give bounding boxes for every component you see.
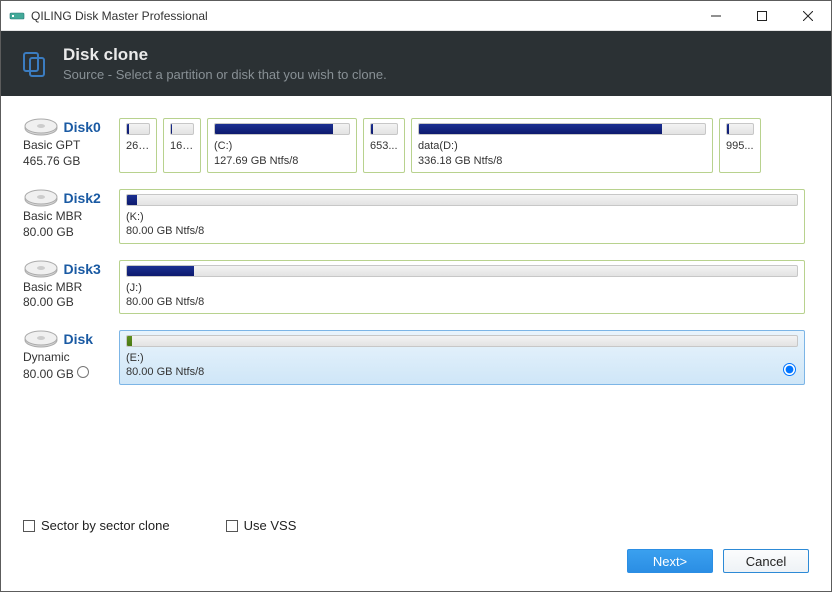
usage-bar: [170, 123, 194, 135]
usage-bar: [370, 123, 398, 135]
app-icon: [9, 8, 25, 24]
disk-row[interactable]: Disk2Basic MBR80.00 GB(K:)80.00 GB Ntfs/…: [23, 189, 809, 244]
cancel-button[interactable]: Cancel: [723, 549, 809, 573]
close-button[interactable]: [785, 1, 831, 31]
disk-radio[interactable]: [77, 366, 89, 378]
disk-type: Basic MBR: [23, 209, 119, 225]
partition-size: 995...: [726, 139, 754, 153]
usage-bar: [726, 123, 754, 135]
sector-by-sector-checkbox[interactable]: Sector by sector clone: [23, 518, 170, 533]
partition[interactable]: 260...: [119, 118, 157, 173]
partition-size: 336.18 GB Ntfs/8: [418, 154, 706, 168]
checkbox-box: [226, 520, 238, 532]
disk-name: Disk0: [63, 120, 100, 136]
partition-label: (C:): [214, 139, 350, 153]
next-button[interactable]: Next>: [627, 549, 713, 573]
partition[interactable]: 995...: [719, 118, 761, 173]
partition-radio[interactable]: [783, 363, 796, 376]
disk-name: Disk2: [63, 190, 100, 206]
partition-size: 16....: [170, 139, 194, 153]
disk-name: Disk3: [63, 261, 100, 277]
usage-bar: [418, 123, 706, 135]
partitions: 260... 16.... (C:)127.69 GB Ntfs/8 653... da…: [119, 118, 809, 173]
footer-buttons: Next> Cancel: [627, 549, 809, 573]
partition-label: (J:): [126, 281, 798, 295]
minimize-button[interactable]: [693, 1, 739, 31]
disk-type: Dynamic: [23, 350, 119, 366]
partition-size: 653...: [370, 139, 398, 153]
partition[interactable]: data(D:)336.18 GB Ntfs/8: [411, 118, 713, 173]
use-vss-checkbox[interactable]: Use VSS: [226, 518, 297, 533]
disk-icon: [23, 189, 59, 209]
partition-size: 80.00 GB Ntfs/8: [126, 224, 798, 238]
partitions: (K:)80.00 GB Ntfs/8: [119, 189, 809, 244]
partition[interactable]: (E:)80.00 GB Ntfs/8: [119, 330, 805, 385]
disk-size: 80.00 GB: [23, 366, 119, 383]
usage-bar: [126, 335, 798, 347]
partition-label: data(D:): [418, 139, 706, 153]
disk-info: Disk0 Basic GPT465.76 GB: [23, 118, 119, 169]
disk-size: 80.00 GB: [23, 225, 119, 241]
window-title: QILING Disk Master Professional: [31, 9, 693, 23]
disk-info: Disk3 Basic MBR80.00 GB: [23, 260, 119, 311]
disk-list: Disk0 Basic GPT465.76 GB 260... 16.... (C:)1…: [1, 96, 831, 384]
disk-type: Basic GPT: [23, 138, 119, 154]
partition-label: (K:): [126, 210, 798, 224]
usage-bar: [126, 194, 798, 206]
disk-icon: [23, 260, 59, 280]
partition[interactable]: 653...: [363, 118, 405, 173]
partitions: (J:)80.00 GB Ntfs/8: [119, 260, 809, 315]
partitions: (E:)80.00 GB Ntfs/8: [119, 330, 809, 385]
disk-icon: [23, 118, 59, 138]
clone-icon: [21, 50, 49, 78]
disk-info: Disk2 Basic MBR80.00 GB: [23, 189, 119, 240]
usage-bar: [126, 123, 150, 135]
header-subtitle: Source - Select a partition or disk that…: [63, 67, 387, 82]
partition[interactable]: (J:)80.00 GB Ntfs/8: [119, 260, 805, 315]
partition[interactable]: (C:)127.69 GB Ntfs/8: [207, 118, 357, 173]
disk-name: Disk: [63, 331, 93, 347]
partition[interactable]: (K:)80.00 GB Ntfs/8: [119, 189, 805, 244]
partition[interactable]: 16....: [163, 118, 201, 173]
checkbox-box: [23, 520, 35, 532]
usage-bar: [126, 265, 798, 277]
disk-row[interactable]: Disk0 Basic GPT465.76 GB 260... 16.... (C:)1…: [23, 118, 809, 173]
usage-bar: [214, 123, 350, 135]
partition-size: 80.00 GB Ntfs/8: [126, 295, 798, 309]
partition-label: (E:): [126, 351, 798, 365]
titlebar: QILING Disk Master Professional: [1, 1, 831, 31]
disk-info: Disk Dynamic80.00 GB: [23, 330, 119, 382]
sector-by-sector-label: Sector by sector clone: [41, 518, 170, 533]
partition-size: 260...: [126, 139, 150, 153]
disk-row[interactable]: Disk Dynamic80.00 GB (E:)80.00 GB Ntfs/8: [23, 330, 809, 385]
partition-size: 80.00 GB Ntfs/8: [126, 365, 798, 379]
disk-size: 80.00 GB: [23, 295, 119, 311]
maximize-button[interactable]: [739, 1, 785, 31]
options-row: Sector by sector clone Use VSS: [23, 518, 296, 533]
disk-size: 465.76 GB: [23, 154, 119, 170]
use-vss-label: Use VSS: [244, 518, 297, 533]
disk-icon: [23, 330, 59, 350]
page-header: Disk clone Source - Select a partition o…: [1, 31, 831, 96]
disk-row[interactable]: Disk3Basic MBR80.00 GB(J:)80.00 GB Ntfs/…: [23, 260, 809, 315]
partition-size: 127.69 GB Ntfs/8: [214, 154, 350, 168]
disk-type: Basic MBR: [23, 280, 119, 296]
header-title: Disk clone: [63, 45, 387, 65]
